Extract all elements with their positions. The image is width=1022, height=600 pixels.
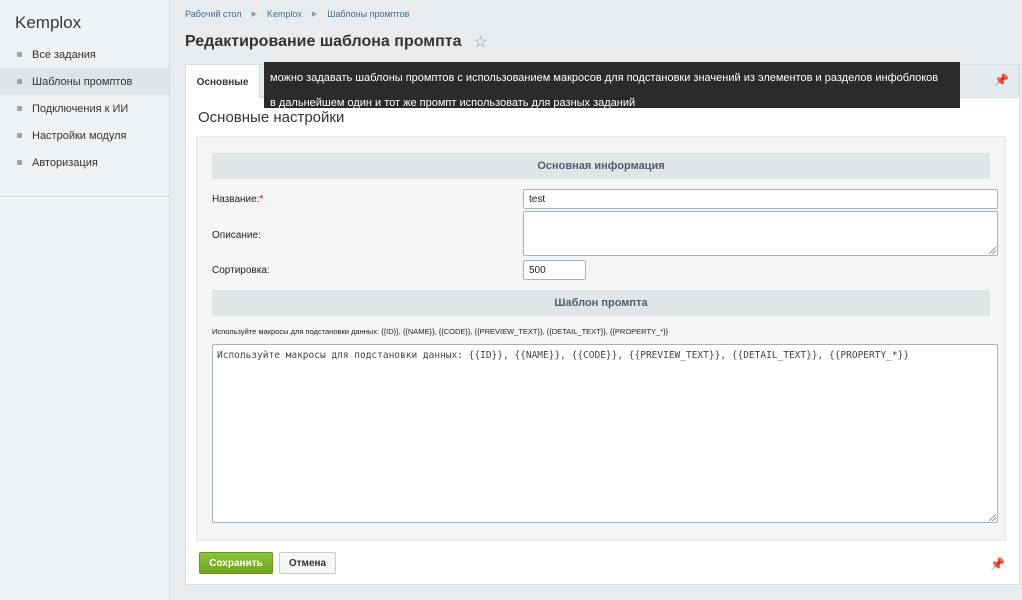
tab-main[interactable]: Основные bbox=[186, 65, 260, 99]
edit-panel: Основные 📌 Основные настройки Основная и… bbox=[185, 64, 1020, 585]
page-title: Редактирование шаблона промпта ☆ bbox=[185, 32, 488, 52]
macros-hint: Используйте макросы для подстановки данн… bbox=[212, 327, 669, 336]
sidebar-item-prompt-templates[interactable]: Шаблоны промптов bbox=[0, 68, 169, 95]
pin-icon[interactable]: 📌 bbox=[990, 557, 1005, 571]
bullet-icon bbox=[17, 52, 22, 57]
resize-handle-icon[interactable] bbox=[989, 514, 996, 521]
form-area: Основная информация Название:* test Опис… bbox=[196, 136, 1006, 541]
tooltip-line-2: в дальнейшем один и тот же промпт исполь… bbox=[270, 97, 636, 109]
sidebar-item-authorization[interactable]: Авторизация bbox=[0, 149, 169, 176]
bullet-icon bbox=[17, 160, 22, 165]
pin-icon[interactable]: 📌 bbox=[994, 73, 1009, 87]
sidebar-item-all-tasks[interactable]: Все задания bbox=[0, 41, 169, 68]
sort-input[interactable]: 500 bbox=[523, 260, 586, 280]
chevron-right-icon: ▶ bbox=[251, 11, 257, 18]
sidebar-divider bbox=[0, 196, 169, 197]
cancel-button[interactable]: Отмена bbox=[279, 552, 336, 574]
resize-handle-icon[interactable] bbox=[989, 247, 996, 254]
description-label: Описание: bbox=[212, 230, 261, 241]
description-textarea[interactable] bbox=[523, 211, 998, 256]
sidebar-item-label: Подключения к ИИ bbox=[32, 102, 129, 115]
name-label-text: Название: bbox=[212, 194, 260, 205]
breadcrumb-item-kemplox[interactable]: Kemplox bbox=[267, 9, 302, 19]
prompt-textarea[interactable]: Используйте макросы для подстановки данн… bbox=[212, 344, 998, 523]
sidebar-item-ai-connections[interactable]: Подключения к ИИ bbox=[0, 95, 169, 122]
name-input[interactable]: test bbox=[523, 189, 998, 209]
sidebar-menu: Все задания Шаблоны промптов Подключения… bbox=[0, 41, 169, 176]
breadcrumb-item-desktop[interactable]: Рабочий стол bbox=[185, 9, 242, 19]
bullet-icon bbox=[17, 79, 22, 84]
help-tooltip: можно задавать шаблоны промптов с исполь… bbox=[264, 62, 960, 109]
bullet-icon bbox=[17, 106, 22, 111]
sidebar: Kemplox Все задания Шаблоны промптов Под… bbox=[0, 0, 170, 600]
prompt-text-value: Используйте макросы для подстановки данн… bbox=[217, 350, 910, 361]
bullet-icon bbox=[17, 133, 22, 138]
sidebar-item-label: Авторизация bbox=[32, 156, 98, 169]
page-title-text: Редактирование шаблона промпта bbox=[185, 33, 462, 50]
sort-label: Сортировка: bbox=[212, 265, 270, 276]
group-header-prompt-template: Шаблон промпта bbox=[212, 290, 990, 316]
group-header-main-info: Основная информация bbox=[212, 153, 990, 179]
sidebar-item-label: Настройки модуля bbox=[32, 129, 127, 142]
app-title: Kemplox bbox=[15, 13, 82, 32]
name-label: Название:* bbox=[212, 194, 263, 205]
breadcrumb: Рабочий стол ▶ Kemplox ▶ Шаблоны промпто… bbox=[185, 9, 409, 19]
sidebar-item-label: Шаблоны промптов bbox=[32, 75, 133, 88]
breadcrumb-item-prompt-templates[interactable]: Шаблоны промптов bbox=[327, 9, 409, 19]
sidebar-item-label: Все задания bbox=[32, 48, 96, 61]
required-marker: * bbox=[259, 194, 264, 205]
sidebar-item-module-settings[interactable]: Настройки модуля bbox=[0, 122, 169, 149]
save-button[interactable]: Сохранить bbox=[199, 552, 273, 574]
tooltip-line-1: можно задавать шаблоны промптов с исполь… bbox=[270, 72, 939, 84]
chevron-right-icon: ▶ bbox=[311, 11, 318, 18]
star-icon[interactable]: ☆ bbox=[474, 32, 488, 52]
